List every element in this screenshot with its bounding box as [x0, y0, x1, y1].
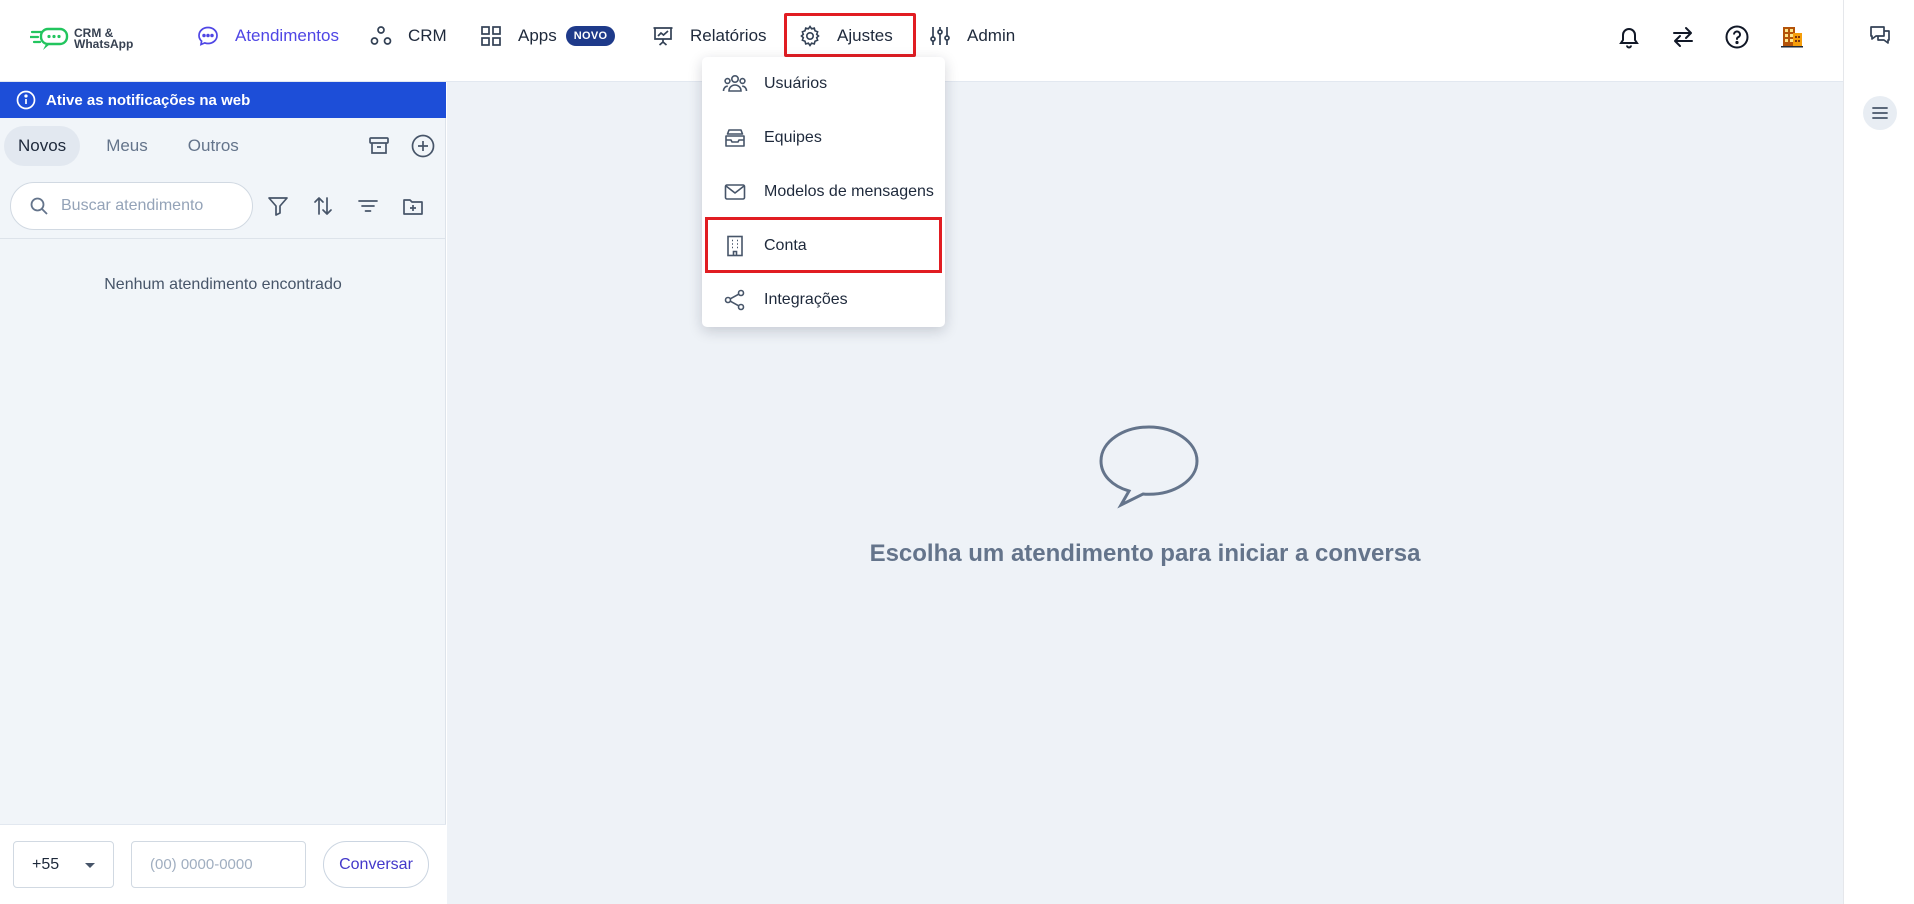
- tab-meus[interactable]: Meus: [92, 126, 162, 166]
- envelope-icon: [722, 179, 748, 205]
- help-button[interactable]: [1722, 22, 1752, 52]
- menu-item-usuarios[interactable]: Usuários: [702, 57, 945, 111]
- nav-ajustes[interactable]: Ajustes: [797, 14, 893, 58]
- hamburger-menu-icon: [1872, 107, 1888, 119]
- search-icon: [30, 197, 48, 215]
- menu-item-equipes[interactable]: Equipes: [702, 111, 945, 165]
- presentation-chart-icon: [650, 23, 676, 49]
- sort-arrows-icon: [314, 197, 332, 215]
- info-icon: [16, 90, 36, 110]
- new-conversation-button[interactable]: [409, 132, 437, 160]
- filter-button[interactable]: [264, 192, 292, 220]
- phone-input[interactable]: [131, 841, 306, 888]
- menu-item-integracoes-label: Integrações: [764, 291, 848, 308]
- bell-icon: [1619, 28, 1639, 49]
- menu-item-integracoes[interactable]: Integrações: [702, 273, 945, 327]
- nav-crm-label: CRM: [408, 26, 447, 45]
- list-filter-button[interactable]: [354, 192, 382, 220]
- chat-bubble-icon: [195, 23, 221, 49]
- list-tools: [264, 192, 427, 220]
- building-icon: [722, 233, 748, 259]
- web-notifications-text: Ative as notificações na web: [46, 91, 251, 109]
- office-building-icon: [1781, 27, 1803, 48]
- nav-apps-label: Apps: [518, 26, 557, 45]
- inbox-stack-icon: [722, 125, 748, 151]
- sliders-icon: [927, 23, 953, 49]
- menu-item-conta-label: Conta: [764, 237, 807, 254]
- conversation-area: Escolha um atendimento para iniciar a co…: [447, 82, 1843, 904]
- share-icon: [722, 287, 748, 313]
- web-notifications-banner[interactable]: Ative as notificações na web: [0, 82, 446, 118]
- plus-circle-icon: [411, 134, 435, 158]
- menu-item-usuarios-label: Usuários: [764, 75, 828, 92]
- conversar-button[interactable]: Conversar: [323, 841, 429, 888]
- grid-icon: [478, 23, 504, 49]
- nav-admin-label: Admin: [967, 26, 1016, 45]
- ajustes-dropdown-menu: Usuários Equipes Modelos de mensagens Co…: [702, 57, 945, 327]
- tab-outros[interactable]: Outros: [174, 126, 253, 166]
- company-avatar-button[interactable]: [1777, 22, 1807, 52]
- chat-bubbles-icon: [1870, 26, 1890, 44]
- country-code-value: +55: [32, 855, 60, 873]
- funnel-icon: [268, 197, 288, 216]
- logo-text: CRM & WhatsApp: [74, 27, 134, 51]
- nav-admin[interactable]: Admin: [927, 14, 1015, 58]
- archive-button[interactable]: [365, 132, 393, 160]
- menu-rail-button[interactable]: [1863, 96, 1897, 130]
- caret-down-icon: [85, 863, 95, 868]
- menu-item-modelos-label: Modelos de mensagens: [764, 183, 934, 200]
- switch-button[interactable]: [1668, 22, 1698, 52]
- nav-atendimentos[interactable]: Atendimentos: [195, 14, 339, 58]
- search-input[interactable]: [61, 197, 231, 215]
- nav-crm[interactable]: CRM: [368, 14, 447, 58]
- empty-conversation-message: Escolha um atendimento para iniciar a co…: [869, 540, 1421, 567]
- tab-actions: [365, 132, 437, 160]
- search-box: [10, 182, 253, 230]
- new-badge: NOVO: [565, 26, 616, 46]
- menu-item-conta[interactable]: Conta: [702, 219, 945, 273]
- empty-list-message: Nenhum atendimento encontrado: [104, 276, 342, 293]
- conversations-panel: Ative as notificações na web Novos Meus …: [0, 82, 446, 904]
- speech-bubble-icon: [1099, 425, 1199, 509]
- logo-icon: [30, 27, 69, 50]
- conversation-tabs: Novos Meus Outros: [4, 126, 265, 166]
- crm-nodes-icon: [368, 23, 394, 49]
- nav-apps[interactable]: Apps NOVO: [478, 14, 616, 58]
- filter-lines-icon: [358, 200, 378, 212]
- sort-button[interactable]: [309, 192, 337, 220]
- tab-novos[interactable]: Novos: [4, 126, 81, 166]
- right-rail: [1843, 0, 1914, 904]
- add-folder-button[interactable]: [399, 192, 427, 220]
- help-circle-icon: [1725, 25, 1749, 49]
- nav-relatorios[interactable]: Relatórios: [650, 14, 767, 58]
- app-logo[interactable]: CRM & WhatsApp: [30, 24, 145, 54]
- folder-plus-icon: [403, 199, 423, 215]
- divider: [0, 238, 446, 239]
- users-icon: [722, 71, 748, 97]
- nav-relatorios-label: Relatórios: [690, 26, 767, 45]
- start-conversation-bar: +55 Conversar: [0, 824, 446, 904]
- gear-icon: [797, 23, 823, 49]
- logo-line-2: WhatsApp: [74, 37, 134, 51]
- nav-ajustes-label: Ajustes: [837, 26, 893, 45]
- nav-atendimentos-label: Atendimentos: [235, 26, 339, 45]
- arrows-swap-icon: [1673, 27, 1693, 47]
- notifications-bell-button[interactable]: [1614, 22, 1644, 52]
- archive-icon: [369, 137, 389, 154]
- chats-rail-button[interactable]: [1863, 18, 1897, 52]
- country-code-select[interactable]: +55: [13, 841, 114, 888]
- menu-item-modelos[interactable]: Modelos de mensagens: [702, 165, 945, 219]
- menu-item-equipes-label: Equipes: [764, 129, 822, 146]
